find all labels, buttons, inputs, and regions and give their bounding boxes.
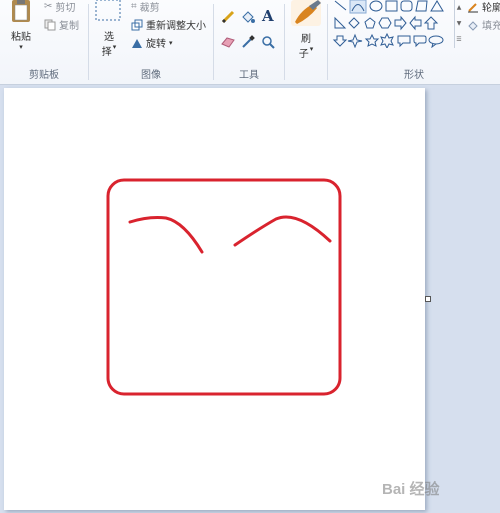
select-label-2: 择 xyxy=(101,47,112,58)
left-arrow-shape-icon xyxy=(409,15,422,31)
drawing xyxy=(106,178,342,396)
rectangle-shape-icon xyxy=(385,0,398,12)
brushes-dropdown-arrow[interactable]: ▾ xyxy=(310,45,314,60)
right-eyebrow xyxy=(233,215,332,247)
drawing-canvas[interactable] xyxy=(4,88,425,510)
resize-label: 重新调整大小 xyxy=(146,21,206,32)
watermark-text: Bai 经验 xyxy=(382,481,440,498)
polygon-shape-icon xyxy=(415,0,428,12)
fill-label: 填充 xyxy=(482,21,500,32)
brushes-button[interactable]: 刷 子 ▾ xyxy=(289,0,323,62)
tools-group-label: 工具 xyxy=(239,70,259,81)
face-outline xyxy=(106,178,342,396)
shapes-group: ▲ ▼ ☰ 轮廓 填充 形状 xyxy=(328,0,500,84)
left-eyebrow xyxy=(128,216,204,254)
ribbon: 粘贴 ▾ ✂ 剪切 复制 剪贴板 选 择 ▾ ⌗ 裁剪 重新调整大小 旋转 ▾ … xyxy=(0,0,500,85)
right-triangle-shape-icon xyxy=(334,16,347,29)
paste-button[interactable]: 粘贴 ▾ xyxy=(6,0,36,60)
outline-button[interactable]: 轮廓 xyxy=(467,0,500,14)
brush-icon xyxy=(291,0,321,26)
rounded-rectangle-shape-icon xyxy=(400,0,413,12)
select-button[interactable]: 选 择 ▾ xyxy=(95,0,123,62)
watermark: Bai 经验 xyxy=(382,478,500,506)
brushes-label-2: 子 xyxy=(298,49,309,60)
crop-label: 裁剪 xyxy=(139,3,160,14)
rotate-label: 旋转 xyxy=(146,39,166,50)
tools-group: A 工具 xyxy=(214,0,284,84)
image-group: 选 择 ▾ ⌗ 裁剪 重新调整大小 旋转 ▾ 图像 xyxy=(89,0,213,84)
crop-icon: ⌗ xyxy=(131,1,137,12)
right-arrow-shape-icon xyxy=(394,15,407,31)
shapes-scrollbar[interactable]: ▲ ▼ ☰ xyxy=(454,0,463,48)
image-group-label: 图像 xyxy=(141,70,161,81)
shapes-gallery[interactable] xyxy=(332,0,462,48)
select-rectangle-icon xyxy=(95,0,121,21)
text-tool-icon[interactable]: A xyxy=(262,7,274,25)
select-label-1: 选 xyxy=(104,32,114,43)
shapes-group-label: 形状 xyxy=(404,70,424,81)
rotate-dropdown-arrow[interactable]: ▾ xyxy=(169,39,173,47)
expand-gallery-icon[interactable]: ☰ xyxy=(455,32,463,48)
pencil-icon[interactable] xyxy=(221,10,235,24)
paste-icon xyxy=(12,0,30,22)
cut-button[interactable]: ✂ 剪切 xyxy=(44,0,75,14)
triangle-shape-icon xyxy=(430,0,444,12)
copy-button[interactable]: 复制 xyxy=(44,17,79,32)
up-arrow-shape-icon xyxy=(423,16,439,30)
outline-icon xyxy=(468,2,478,12)
rotate-icon xyxy=(132,38,142,48)
oval-shape-icon xyxy=(369,0,383,12)
clipboard-group-label: 剪贴板 xyxy=(29,70,59,81)
outline-label: 轮廓 xyxy=(482,3,500,14)
rectangle-callout-shape-icon xyxy=(397,35,411,48)
fill-bucket-icon[interactable] xyxy=(240,9,256,25)
resize-icon xyxy=(131,19,143,30)
five-point-star-shape-icon xyxy=(364,33,380,47)
canvas-resize-handle[interactable] xyxy=(425,296,431,302)
diamond-shape-icon xyxy=(348,17,360,29)
rounded-callout-shape-icon xyxy=(413,35,427,48)
brushes-group: 刷 子 ▾ xyxy=(285,0,327,84)
fill-button[interactable]: 填充 xyxy=(467,17,500,32)
four-point-star-shape-icon xyxy=(347,33,363,48)
color-picker-icon[interactable] xyxy=(241,35,255,49)
paste-label: 粘贴 xyxy=(11,32,31,43)
paste-dropdown-arrow[interactable]: ▾ xyxy=(6,43,36,51)
pentagon-shape-icon xyxy=(364,17,376,29)
brushes-label-1: 刷 xyxy=(301,34,311,45)
hexagon-shape-icon xyxy=(378,17,392,29)
resize-button[interactable]: 重新调整大小 xyxy=(131,17,206,32)
rotate-button[interactable]: 旋转 ▾ xyxy=(131,35,173,50)
clipboard-group: 粘贴 ▾ ✂ 剪切 复制 剪贴板 xyxy=(0,0,88,84)
copy-icon xyxy=(44,19,56,30)
oval-callout-shape-icon xyxy=(428,35,444,45)
copy-label: 复制 xyxy=(59,21,79,32)
crop-button[interactable]: ⌗ 裁剪 xyxy=(131,0,160,14)
eraser-icon[interactable] xyxy=(221,36,235,48)
magnifier-icon[interactable] xyxy=(261,35,275,49)
line-shape-icon xyxy=(334,0,347,11)
scroll-down-icon[interactable]: ▼ xyxy=(455,16,463,32)
select-dropdown-arrow[interactable]: ▾ xyxy=(113,43,117,58)
six-point-star-shape-icon xyxy=(380,32,394,48)
scissors-icon: ✂ xyxy=(44,1,53,12)
down-arrow-shape-icon xyxy=(332,35,348,47)
fill-icon xyxy=(468,20,478,31)
cut-label: 剪切 xyxy=(55,3,76,14)
scroll-up-icon[interactable]: ▲ xyxy=(455,0,463,16)
